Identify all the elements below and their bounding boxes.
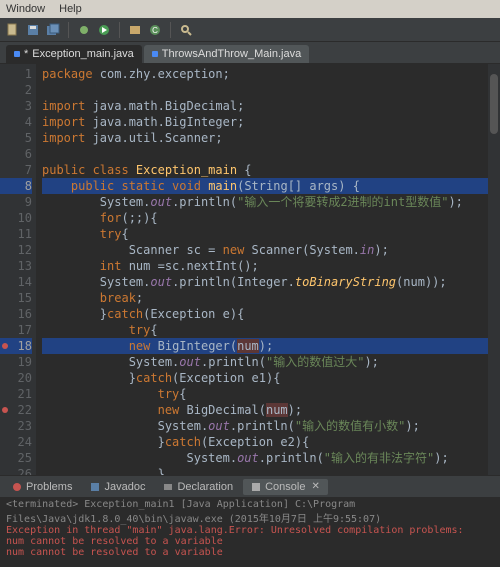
run-icon[interactable]	[97, 23, 111, 37]
line-number: 2	[0, 82, 32, 98]
debug-icon[interactable]	[77, 23, 91, 37]
panel-tab-label: Problems	[26, 481, 72, 493]
error-marker-icon	[2, 407, 8, 413]
separator	[119, 22, 120, 38]
code-line: }	[42, 466, 500, 475]
line-number: 16	[0, 306, 32, 322]
panel-tab-label: Console	[265, 481, 305, 493]
line-number: 14	[0, 274, 32, 290]
code-line: public class Exception_main {	[42, 162, 500, 178]
code-line: import java.math.BigInteger;	[42, 114, 500, 130]
code-line	[42, 146, 500, 162]
console-header: <terminated> Exception_main1 [Java Appli…	[6, 499, 494, 525]
line-number: 24	[0, 434, 32, 450]
svg-text:C: C	[152, 26, 158, 35]
line-number: 22	[0, 402, 32, 418]
line-number: 12	[0, 242, 32, 258]
code-line: }catch(Exception e2){	[42, 434, 500, 450]
new-icon[interactable]	[6, 23, 20, 37]
save-all-icon[interactable]	[46, 23, 60, 37]
line-number: 26	[0, 466, 32, 475]
line-number: 21	[0, 386, 32, 402]
line-number: 3	[0, 98, 32, 114]
error-marker-icon	[2, 343, 8, 349]
code-line: int num =sc.nextInt();	[42, 258, 500, 274]
line-number: 7	[0, 162, 32, 178]
line-number: 4	[0, 114, 32, 130]
console-error-line: num cannot be resolved to a variable	[6, 547, 494, 558]
menubar: Window Help	[0, 0, 500, 18]
editor-tab[interactable]: ThrowsAndThrow_Main.java	[144, 45, 309, 63]
panel-tab-console[interactable]: Console ✕	[243, 479, 328, 495]
code-line: System.out.println(Integer.toBinaryStrin…	[42, 274, 500, 290]
line-number: 18	[0, 338, 32, 354]
line-number: 20	[0, 370, 32, 386]
code-line: Scanner sc = new Scanner(System.in);	[42, 242, 500, 258]
panel-tab-javadoc[interactable]: Javadoc	[82, 479, 153, 495]
code-line: break;	[42, 290, 500, 306]
code-line: new BigInteger(num);	[42, 338, 500, 354]
java-file-icon	[14, 51, 20, 57]
console-panel: <terminated> Exception_main1 [Java Appli…	[0, 497, 500, 567]
save-icon[interactable]	[26, 23, 40, 37]
search-icon[interactable]	[179, 23, 193, 37]
code-line: package com.zhy.exception;	[42, 66, 500, 82]
tab-label: ThrowsAndThrow_Main.java	[162, 48, 301, 60]
scrollbar-thumb[interactable]	[490, 74, 498, 134]
code-line: try{	[42, 386, 500, 402]
line-number: 10	[0, 210, 32, 226]
line-number: 9	[0, 194, 32, 210]
gutter: 1234567891011121314151617181920212223242…	[0, 64, 36, 475]
panel-tab-label: Javadoc	[104, 481, 145, 493]
code-line: System.out.println("输入的数值过大");	[42, 354, 500, 370]
panel-tab-declaration[interactable]: Declaration	[155, 479, 241, 495]
console-error-line: num cannot be resolved to a variable	[6, 536, 494, 547]
panel-tab-problems[interactable]: Problems	[4, 479, 80, 495]
line-number: 1	[0, 66, 32, 82]
line-number: 8	[0, 178, 32, 194]
scrollbar[interactable]	[488, 64, 500, 475]
code-line: import java.math.BigDecimal;	[42, 98, 500, 114]
line-number: 25	[0, 450, 32, 466]
code-line: new BigDecimal(num);	[42, 402, 500, 418]
separator	[170, 22, 171, 38]
line-number: 17	[0, 322, 32, 338]
separator	[68, 22, 69, 38]
line-number: 15	[0, 290, 32, 306]
line-number: 13	[0, 258, 32, 274]
line-number: 23	[0, 418, 32, 434]
editor-tabbar: *Exception_main.java ThrowsAndThrow_Main.…	[0, 42, 500, 64]
code-line: try{	[42, 226, 500, 242]
code-line: }catch(Exception e){	[42, 306, 500, 322]
java-file-icon	[152, 51, 158, 57]
menu-help[interactable]: Help	[59, 3, 82, 15]
code-line: System.out.println("输入的有非法字符");	[42, 450, 500, 466]
new-class-icon[interactable]: C	[148, 23, 162, 37]
tab-label: Exception_main.java	[32, 48, 134, 60]
bottom-tabbar: Problems Javadoc Declaration Console ✕	[0, 475, 500, 497]
new-package-icon[interactable]	[128, 23, 142, 37]
panel-tab-label: Declaration	[177, 481, 233, 493]
code-line: try{	[42, 322, 500, 338]
line-number: 5	[0, 130, 32, 146]
code-line: public static void main(String[] args) {	[42, 178, 500, 194]
code-line: }catch(Exception e1){	[42, 370, 500, 386]
code-line: System.out.println("输入一个将要转成2进制的int型数值")…	[42, 194, 500, 210]
code-line: import java.util.Scanner;	[42, 130, 500, 146]
code-line: for(;;){	[42, 210, 500, 226]
line-number: 11	[0, 226, 32, 242]
toolbar: C	[0, 18, 500, 42]
code-line: System.out.println("输入的数值有小数");	[42, 418, 500, 434]
close-icon[interactable]: ✕	[311, 481, 319, 492]
code-line	[42, 82, 500, 98]
console-error-line: Exception in thread "main" java.lang.Err…	[6, 525, 494, 536]
menu-window[interactable]: Window	[6, 3, 45, 15]
editor-tab[interactable]: *Exception_main.java	[6, 45, 142, 63]
editor: 1234567891011121314151617181920212223242…	[0, 64, 500, 475]
line-number: 6	[0, 146, 32, 162]
line-number: 19	[0, 354, 32, 370]
code-area[interactable]: package com.zhy.exception; import java.m…	[36, 64, 500, 475]
